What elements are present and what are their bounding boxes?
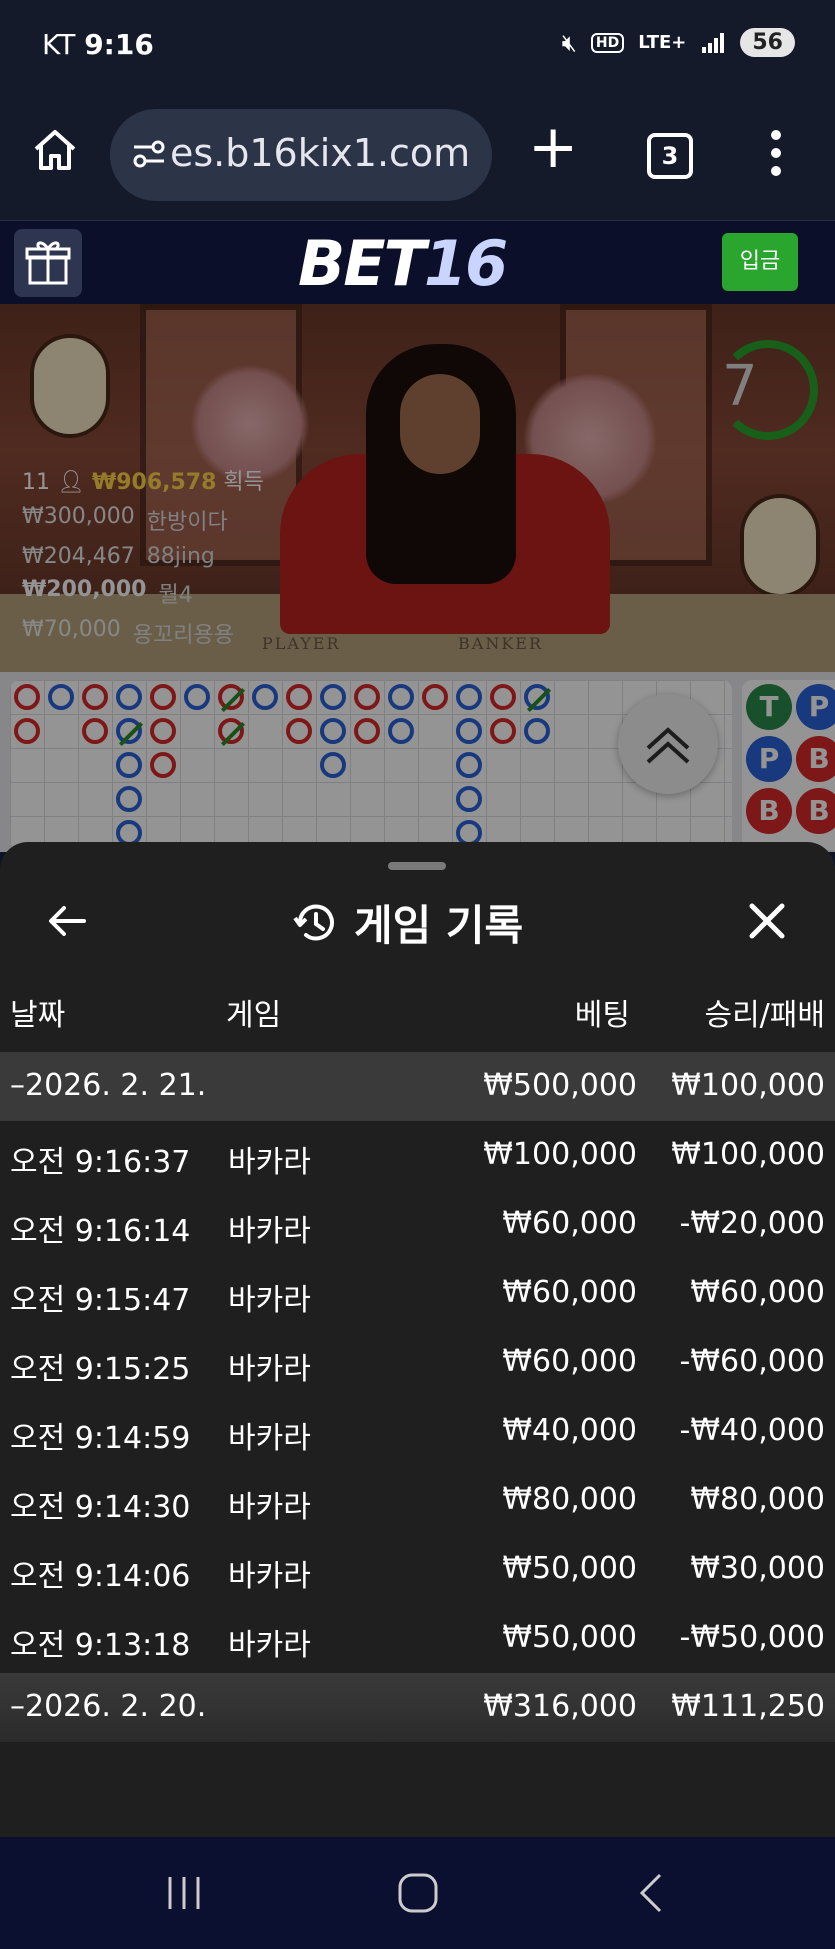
gift-icon <box>25 241 71 285</box>
row-game: 바카라 <box>228 1421 311 1456</box>
table-row[interactable]: 오전 9:14:30 바카라 ₩80,000 ₩80,000 <box>0 1466 835 1535</box>
group-bet-total: ₩316,000 <box>483 1689 637 1724</box>
row-bet: ₩40,000 <box>502 1413 637 1448</box>
row-bet: ₩60,000 <box>502 1344 637 1379</box>
clock: 9:16 <box>84 28 154 61</box>
battery-indicator: 56 <box>740 28 795 57</box>
site-header: BET16 입금 <box>0 220 835 305</box>
logo-number: 16 <box>423 227 508 300</box>
group-date: –2026. 2. 20. <box>10 1689 207 1724</box>
group-bet-total: ₩500,000 <box>483 1068 637 1103</box>
modal-backdrop[interactable] <box>0 304 835 852</box>
row-win-loss: -₩60,000 <box>679 1344 825 1379</box>
back-nav-icon[interactable] <box>630 1871 674 1915</box>
mute-icon: 🔇︎ <box>561 28 577 57</box>
sheet-drag-handle[interactable] <box>388 862 446 870</box>
row-game: 바카라 <box>228 1145 311 1180</box>
browser-menu-icon[interactable] <box>770 130 782 180</box>
group-date: –2026. 2. 21. <box>10 1068 207 1103</box>
row-bet: ₩80,000 <box>502 1482 637 1517</box>
game-history-sheet: 게임 기록 날짜 게임 베팅 승리/패배 –2026. 2. 21. ₩500,… <box>0 842 835 1837</box>
system-navigation-bar <box>0 1837 835 1949</box>
carrier-label: KT <box>42 28 76 61</box>
table-row[interactable]: 오전 9:14:06 바카라 ₩50,000 ₩30,000 <box>0 1535 835 1604</box>
sheet-title: 게임 기록 <box>292 892 523 953</box>
row-win-loss: -₩20,000 <box>679 1206 825 1241</box>
row-game: 바카라 <box>228 1559 311 1594</box>
browser-toolbar: es.b16kix1.com + 3 <box>0 95 835 220</box>
row-win-loss: ₩60,000 <box>690 1275 825 1310</box>
date-group-row[interactable]: –2026. 2. 20. ₩316,000 ₩111,250 <box>0 1673 835 1742</box>
row-game: 바카라 <box>228 1283 311 1318</box>
row-bet: ₩50,000 <box>502 1551 637 1586</box>
tab-switcher-button[interactable]: 3 <box>647 133 693 179</box>
row-bet: ₩60,000 <box>502 1206 637 1241</box>
row-time: 오전 9:16:14 <box>10 1214 191 1249</box>
table-row[interactable]: 오전 9:16:14 바카라 ₩60,000 -₩20,000 <box>0 1190 835 1259</box>
row-win-loss: -₩50,000 <box>679 1620 825 1655</box>
table-row[interactable]: 오전 9:15:25 바카라 ₩60,000 -₩60,000 <box>0 1328 835 1397</box>
row-win-loss: ₩100,000 <box>671 1137 825 1172</box>
group-win-loss-total: ₩100,000 <box>671 1068 825 1103</box>
row-game: 바카라 <box>228 1490 311 1525</box>
row-time: 오전 9:15:25 <box>10 1352 191 1387</box>
row-time: 오전 9:14:06 <box>10 1559 191 1594</box>
status-icons: 🔇︎ HD LTE+ 56 <box>562 28 795 57</box>
column-header-bet[interactable]: 베팅 <box>575 990 630 1034</box>
table-row[interactable]: 오전 9:16:37 바카라 ₩100,000 ₩100,000 <box>0 1121 835 1190</box>
row-bet: ₩50,000 <box>502 1620 637 1655</box>
url-text[interactable]: es.b16kix1.com <box>170 131 470 175</box>
signal-icon <box>702 32 725 53</box>
row-game: 바카라 <box>228 1628 311 1663</box>
row-time: 오전 9:14:30 <box>10 1490 191 1525</box>
carrier-time: KT 9:16 <box>42 28 154 61</box>
deposit-button[interactable]: 입금 <box>722 233 798 291</box>
gift-button[interactable] <box>14 229 82 297</box>
home-icon[interactable] <box>30 125 80 175</box>
table-row[interactable]: 오전 9:13:18 바카라 ₩50,000 -₩50,000 <box>0 1604 835 1673</box>
column-header-date[interactable]: 날짜 <box>10 990 65 1034</box>
date-group-row[interactable]: –2026. 2. 21. ₩500,000 ₩100,000 <box>0 1052 835 1121</box>
row-time: 오전 9:13:18 <box>10 1628 191 1663</box>
address-bar[interactable]: es.b16kix1.com <box>110 109 492 201</box>
back-arrow-icon[interactable] <box>44 898 90 944</box>
row-game: 바카라 <box>228 1352 311 1387</box>
row-win-loss: ₩80,000 <box>690 1482 825 1517</box>
table-header: 날짜 게임 베팅 승리/패배 <box>0 990 835 1042</box>
hd-voice-icon: HD <box>590 32 625 53</box>
history-icon <box>293 904 334 940</box>
table-row[interactable]: 오전 9:14:59 바카라 ₩40,000 -₩40,000 <box>0 1397 835 1466</box>
site-settings-icon[interactable] <box>130 135 170 175</box>
recent-apps-icon[interactable] <box>162 1871 206 1915</box>
close-icon[interactable] <box>744 898 790 944</box>
status-bar: KT 9:16 🔇︎ HD LTE+ 56 <box>0 0 835 95</box>
row-win-loss: -₩40,000 <box>679 1413 825 1448</box>
column-header-win-loss[interactable]: 승리/패배 <box>704 990 825 1034</box>
row-bet: ₩60,000 <box>502 1275 637 1310</box>
logo-text: BET <box>298 227 426 300</box>
home-nav-icon[interactable] <box>396 1871 440 1915</box>
history-table: –2026. 2. 21. ₩500,000 ₩100,000 오전 9:16:… <box>0 1052 835 1742</box>
row-time: 오전 9:16:37 <box>10 1145 191 1180</box>
row-time: 오전 9:14:59 <box>10 1421 191 1456</box>
network-type: LTE+ <box>638 32 687 53</box>
new-tab-button[interactable]: + <box>528 117 578 177</box>
row-win-loss: ₩30,000 <box>690 1551 825 1586</box>
table-row[interactable]: 오전 9:15:47 바카라 ₩60,000 ₩60,000 <box>0 1259 835 1328</box>
row-bet: ₩100,000 <box>483 1137 637 1172</box>
row-game: 바카라 <box>228 1214 311 1249</box>
site-logo[interactable]: BET16 <box>298 227 508 300</box>
column-header-game[interactable]: 게임 <box>226 990 281 1034</box>
row-time: 오전 9:15:47 <box>10 1283 191 1318</box>
group-win-loss-total: ₩111,250 <box>671 1689 825 1724</box>
sheet-title-text: 게임 기록 <box>354 901 524 950</box>
